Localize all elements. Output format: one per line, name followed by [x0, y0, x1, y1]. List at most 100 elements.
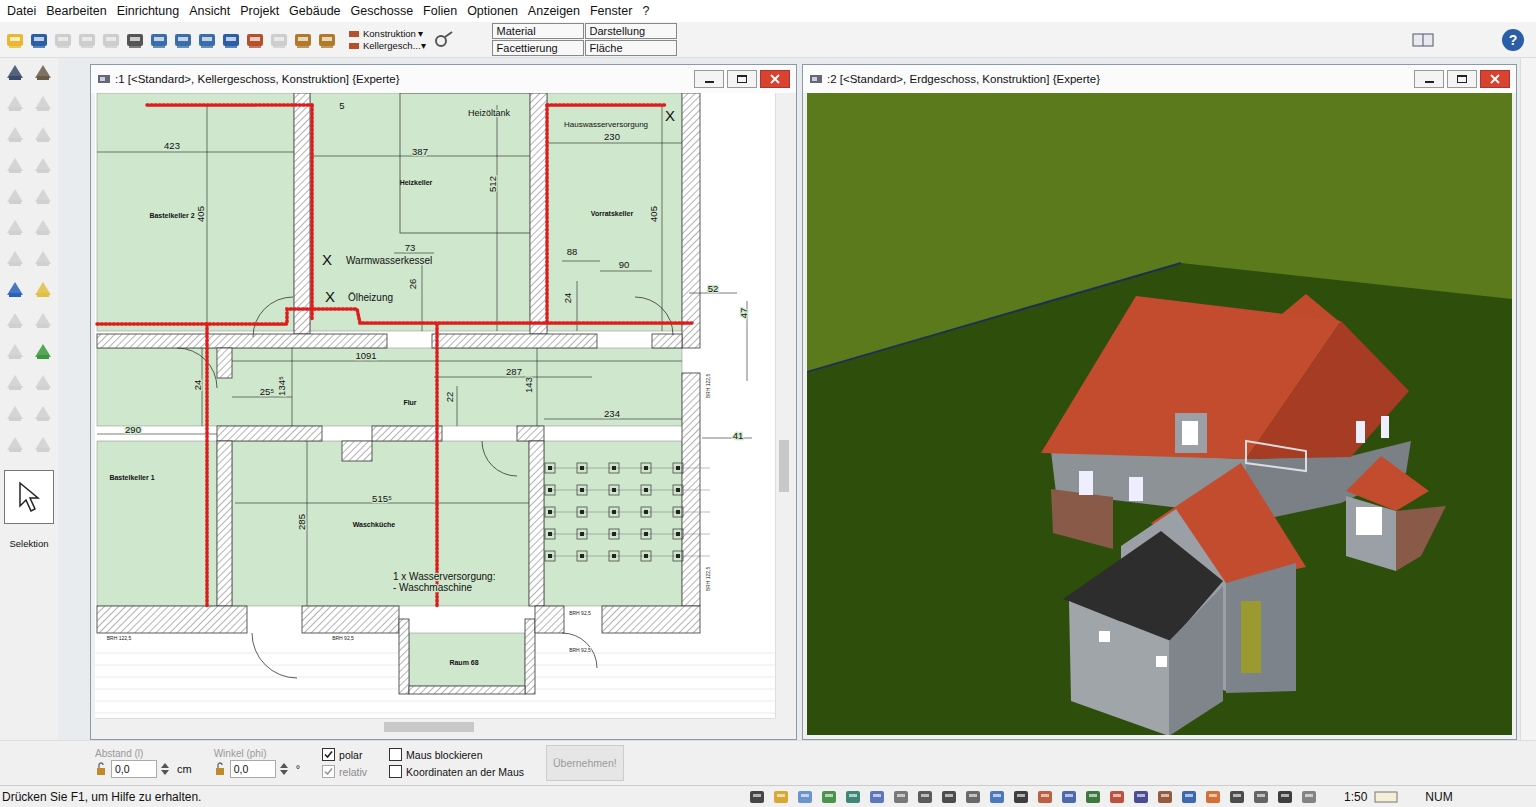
selection-tool[interactable] — [4, 470, 54, 524]
scale-icon[interactable] — [1373, 789, 1399, 805]
left-tool-icon[interactable] — [31, 122, 55, 146]
status-tool-icon[interactable] — [988, 788, 1006, 806]
room-floor[interactable] — [97, 348, 682, 426]
house-model[interactable] — [1041, 294, 1446, 735]
room-floor[interactable] — [409, 633, 525, 686]
lock-icon[interactable] — [214, 762, 226, 776]
left-tool-icon[interactable] — [31, 215, 55, 239]
toolbar-tool-icon[interactable] — [316, 29, 338, 51]
status-tool-icon[interactable] — [1108, 788, 1126, 806]
left-tool-icon[interactable] — [31, 432, 55, 456]
left-tool-icon[interactable] — [3, 277, 27, 301]
menu-item[interactable]: Optionen — [462, 4, 523, 18]
left-tool-icon[interactable] — [3, 370, 27, 394]
document-window[interactable]: :2 [<Standard>, Erdgeschoss, Konstruktio… — [802, 64, 1517, 740]
wall[interactable] — [682, 93, 700, 348]
help-button[interactable]: ? — [1502, 29, 1524, 51]
status-tool-icon[interactable] — [772, 788, 790, 806]
room-floor[interactable] — [547, 93, 682, 331]
status-tool-icon[interactable] — [940, 788, 958, 806]
menu-item[interactable]: Datei — [2, 4, 41, 18]
pipe-line[interactable] — [97, 309, 692, 324]
status-tool-icon[interactable] — [1228, 788, 1246, 806]
angle-input[interactable]: 0,0 — [230, 760, 276, 778]
checkbox[interactable]: relativ — [322, 765, 367, 778]
floor-plan[interactable]: Bastelkeller 2HeizkellerVorratskellerFlu… — [95, 93, 775, 718]
wall[interactable] — [302, 606, 399, 633]
toolbar-tool-icon[interactable] — [28, 29, 50, 51]
distance-input[interactable]: 0,0 — [111, 760, 157, 778]
menu-item[interactable]: Bearbeiten — [41, 4, 111, 18]
view-button[interactable]: Fläche — [585, 40, 677, 56]
menu-item[interactable]: Gebäude — [284, 4, 345, 18]
maximize-button[interactable] — [1447, 70, 1477, 88]
tools-icon[interactable] — [432, 29, 456, 51]
menu-item[interactable]: Einrichtung — [112, 4, 185, 18]
status-tool-icon[interactable] — [844, 788, 862, 806]
room-floor[interactable] — [97, 93, 294, 331]
wall[interactable] — [529, 441, 544, 606]
door-swing[interactable] — [562, 633, 597, 668]
left-tool-icon[interactable] — [3, 122, 27, 146]
book-icon[interactable] — [1410, 28, 1436, 52]
checkbox[interactable]: Koordinaten an der Maus — [389, 765, 524, 778]
3d-scene[interactable] — [807, 93, 1512, 735]
status-tool-icon[interactable] — [964, 788, 982, 806]
status-tool-icon[interactable] — [1132, 788, 1150, 806]
left-tool-icon[interactable] — [31, 277, 55, 301]
status-tool-icon[interactable] — [868, 788, 886, 806]
room-floor[interactable] — [97, 441, 217, 606]
pipe-line[interactable] — [310, 105, 314, 321]
menu-item[interactable]: Fenster — [585, 4, 637, 18]
minimize-button[interactable] — [1414, 70, 1444, 88]
status-tool-icon[interactable] — [1276, 788, 1294, 806]
status-tool-icon[interactable] — [1180, 788, 1198, 806]
pipe-line[interactable] — [435, 324, 439, 606]
menu-item[interactable]: Anzeigen — [523, 4, 585, 18]
menu-item[interactable]: Geschosse — [346, 4, 419, 18]
toolbar-tool-icon[interactable] — [268, 29, 290, 51]
status-tool-icon[interactable] — [1084, 788, 1102, 806]
wall[interactable] — [97, 334, 387, 348]
scroll-thumb[interactable] — [384, 722, 474, 732]
toolbar-tool-icon[interactable] — [76, 29, 98, 51]
left-tool-icon[interactable] — [31, 60, 55, 84]
left-tool-icon[interactable] — [31, 308, 55, 332]
wall[interactable] — [372, 426, 442, 441]
wall[interactable] — [409, 686, 525, 694]
toolbar-tool-icon[interactable] — [52, 29, 74, 51]
distance-spinner[interactable] — [161, 763, 173, 775]
wall[interactable] — [217, 441, 232, 606]
menu-item[interactable]: Folien — [418, 4, 462, 18]
scroll-down[interactable] — [776, 701, 792, 718]
left-tool-icon[interactable] — [31, 184, 55, 208]
door-swing[interactable] — [252, 633, 297, 678]
view-button[interactable]: Material — [492, 23, 584, 39]
wall[interactable] — [432, 334, 597, 348]
status-tool-icon[interactable] — [1036, 788, 1054, 806]
status-tool-icon[interactable] — [1252, 788, 1270, 806]
minimize-button[interactable] — [694, 70, 724, 88]
left-tool-icon[interactable] — [3, 60, 27, 84]
wall[interactable] — [535, 606, 564, 633]
toolbar-tool-icon[interactable] — [4, 29, 26, 51]
status-tool-icon[interactable] — [916, 788, 934, 806]
toolbar-tool-icon[interactable] — [244, 29, 266, 51]
wall[interactable] — [517, 426, 544, 441]
status-tool-icon[interactable] — [892, 788, 910, 806]
status-tool-icon[interactable] — [1204, 788, 1222, 806]
angle-spinner[interactable] — [280, 763, 292, 775]
oil-tank[interactable] — [400, 93, 532, 233]
left-tool-icon[interactable] — [31, 91, 55, 115]
vertical-scrollbar[interactable] — [775, 93, 792, 718]
status-tool-icon[interactable] — [748, 788, 766, 806]
room-floor[interactable] — [232, 441, 529, 606]
wall[interactable] — [652, 334, 682, 348]
left-tool-icon[interactable] — [31, 370, 55, 394]
close-button[interactable] — [1480, 70, 1510, 88]
apply-button[interactable]: Übernehmen! — [546, 745, 624, 781]
left-tool-icon[interactable] — [3, 153, 27, 177]
horizontal-scrollbar[interactable] — [95, 718, 775, 735]
scale-label[interactable]: 1:50 — [1344, 790, 1367, 804]
toolbar-tool-icon[interactable] — [220, 29, 242, 51]
